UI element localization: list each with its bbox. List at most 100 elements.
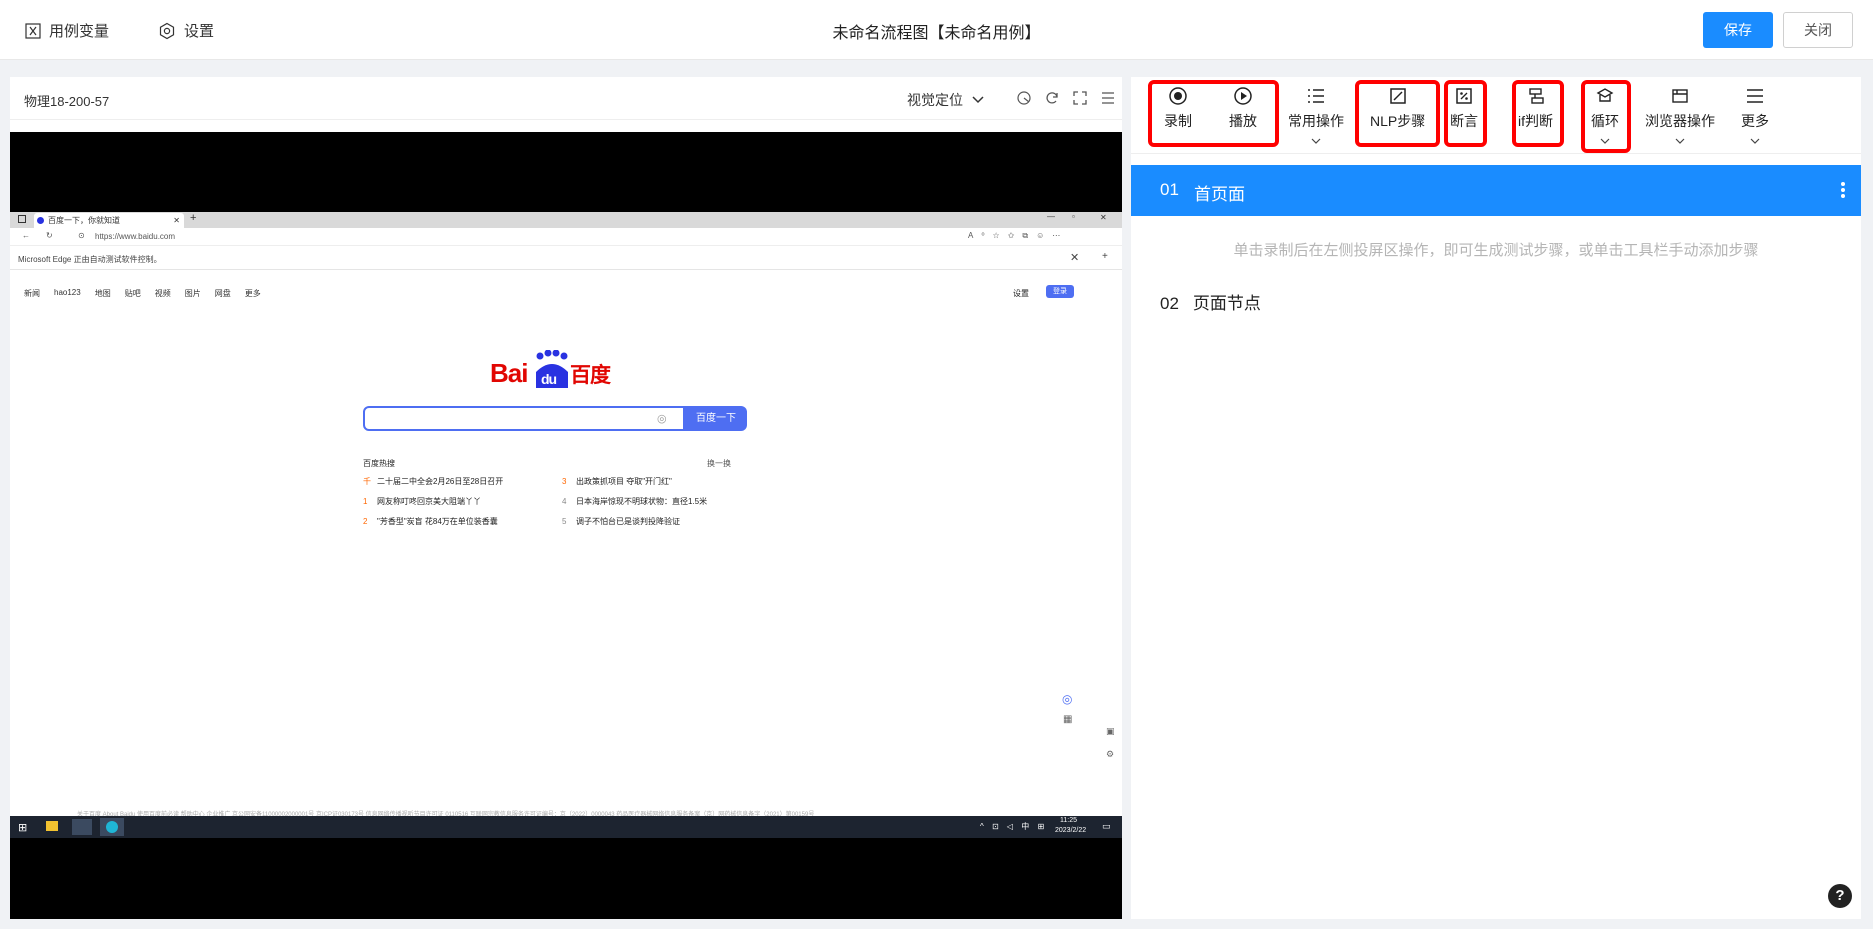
hot-item-text: "芳香型"炭盲 花84万在单位装香囊 — [377, 517, 498, 526]
loop-label: 循环 — [1591, 113, 1619, 129]
tab-title: 百度一下，你就知道 — [48, 216, 120, 225]
baidu-login-button[interactable]: 登录 — [1046, 285, 1074, 298]
back-icon[interactable]: ← — [22, 231, 30, 240]
hot-item-text: 网友称叮咚回京美大阻端丫丫 — [377, 497, 481, 506]
minimize-icon[interactable]: — — [1047, 212, 1055, 221]
nav-link[interactable]: hao123 — [54, 288, 81, 299]
taskbar-app-icon[interactable] — [72, 819, 92, 835]
windows-start-icon[interactable]: ⊞ — [18, 821, 27, 834]
file-explorer-icon[interactable] — [46, 821, 58, 831]
nav-link[interactable]: 图片 — [185, 288, 201, 299]
sidebar-add-icon[interactable]: + — [1102, 251, 1108, 262]
visual-locate-dropdown[interactable]: 视觉定位 — [907, 90, 985, 110]
baidu-search-input[interactable]: ◎ — [363, 406, 685, 431]
nav-link[interactable]: 视频 — [155, 288, 171, 299]
qrcode-icon[interactable]: ▦ — [1063, 714, 1072, 725]
baidu-settings-link[interactable]: 设置 — [1013, 288, 1029, 299]
browser-icon — [1669, 85, 1691, 107]
hot-item[interactable]: 4 日本海岸惊现不明球状物：直径1.5米 — [562, 496, 707, 507]
url-field[interactable]: https://www.baidu.com — [95, 232, 175, 241]
more-button[interactable]: 更多 — [1741, 85, 1769, 144]
screen-cast-panel: 物理18-200-57 视觉定位 百度一下，你就知道 ✕ + — ▫ ✕ ← ↻… — [10, 77, 1122, 919]
top-bar: 用例变量 设置 未命名流程图【未命名用例】 保存 关闭 — [0, 0, 1873, 60]
hot-item-rank: 5 — [562, 517, 567, 526]
system-tray-icons: ^ ⊡ ◁ 中 ⊞ — [980, 822, 1048, 831]
browser-tab-bar: 百度一下，你就知道 ✕ + — ▫ ✕ — [10, 212, 1122, 228]
chevron-down-icon — [1599, 132, 1611, 144]
restore-icon[interactable]: ▫ — [1072, 212, 1075, 221]
reload-icon[interactable]: ↻ — [46, 231, 53, 240]
if-condition-button[interactable]: if判断 — [1518, 85, 1553, 131]
loop-icon — [1594, 85, 1616, 107]
ai-assistant-icon[interactable]: ◎ — [1062, 692, 1072, 706]
browser-toolbar-icons[interactable]: A⁰☆✩⧉☺⋯ — [968, 231, 1068, 241]
hot-refresh-link[interactable]: 换一换 — [707, 458, 731, 469]
new-tab-icon[interactable]: + — [190, 212, 196, 224]
nlp-step-label: NLP步骤 — [1370, 113, 1426, 129]
nav-link[interactable]: 贴吧 — [125, 288, 141, 299]
tab-close-icon[interactable]: ✕ — [173, 213, 180, 228]
common-actions-button[interactable]: 常用操作 — [1288, 85, 1344, 144]
windows-taskbar: ⊞ ^ ⊡ ◁ 中 ⊞ 11:25 2023/2/22 ▭ — [10, 816, 1122, 838]
device-header: 物理18-200-57 视觉定位 — [10, 77, 1122, 120]
automation-notice: Microsoft Edge 正由自动测试软件控制。 — [18, 255, 162, 264]
nav-link[interactable]: 网盘 — [215, 288, 231, 299]
help-icon[interactable]: ? — [1828, 884, 1852, 908]
step-label: 页面节点 — [1192, 294, 1261, 313]
hot-search-title[interactable]: 百度热搜 — [363, 458, 395, 469]
save-button[interactable]: 保存 — [1703, 12, 1773, 48]
step-home-page[interactable]: 01 首页面 — [1131, 165, 1861, 216]
fullscreen-icon[interactable] — [1071, 89, 1089, 107]
pointer-icon[interactable] — [1015, 89, 1033, 107]
sidebar-screenshot-icon[interactable]: ▣ — [1106, 726, 1115, 737]
device-name: 物理18-200-57 — [24, 94, 110, 109]
hot-item[interactable]: 2 "芳香型"炭盲 花84万在单位装香囊 — [363, 516, 498, 527]
record-label: 录制 — [1164, 113, 1192, 129]
hot-item[interactable]: 5 调子不怕台已是谈判投降验证 — [562, 516, 680, 527]
browser-actions-label: 浏览器操作 — [1645, 113, 1715, 129]
menu-icon[interactable] — [1099, 89, 1117, 107]
tab-actions-icon[interactable] — [18, 215, 26, 223]
nav-link[interactable]: 地图 — [95, 288, 111, 299]
baidu-favicon-icon — [37, 217, 44, 224]
device-screen[interactable]: 百度一下，你就知道 ✕ + — ▫ ✕ ← ↻ ⊙ https://www.ba… — [10, 132, 1122, 919]
notification-icon[interactable]: ▭ — [1102, 821, 1111, 832]
menu-icon — [1744, 85, 1766, 107]
step-label: 首页面 — [1194, 185, 1245, 204]
assert-button[interactable]: 断言 — [1450, 85, 1478, 131]
more-vertical-icon[interactable] — [1840, 180, 1846, 205]
camera-icon[interactable]: ◎ — [657, 412, 667, 425]
record-icon — [1167, 85, 1189, 107]
nav-link[interactable]: 新闻 — [24, 288, 40, 299]
refresh-icon[interactable] — [1043, 89, 1061, 107]
sidebar-settings-icon[interactable]: ⚙ — [1106, 749, 1114, 760]
step-number: 01 — [1160, 180, 1179, 199]
edge-icon[interactable] — [100, 818, 124, 836]
address-bar: ← ↻ ⊙ https://www.baidu.com A⁰☆✩⧉☺⋯ — [10, 228, 1122, 246]
svg-text:Bai: Bai — [490, 358, 527, 388]
assert-icon — [1453, 85, 1475, 107]
play-button[interactable]: 播放 — [1229, 85, 1257, 131]
assert-label: 断言 — [1450, 113, 1478, 129]
nav-link[interactable]: 更多 — [245, 288, 261, 299]
hot-item[interactable]: 1 网友称叮咚回京美大阻端丫丫 — [363, 496, 481, 507]
browser-actions-button[interactable]: 浏览器操作 — [1645, 85, 1715, 144]
hot-item[interactable]: 3 出政策抓项目 夺取"开门红" — [562, 476, 672, 487]
visual-locate-label: 视觉定位 — [907, 92, 963, 108]
nlp-step-button[interactable]: NLP步骤 — [1370, 85, 1425, 131]
close-button[interactable]: 关闭 — [1783, 12, 1853, 48]
infobar-close-icon[interactable]: ✕ — [1070, 251, 1079, 264]
hot-item-text: 调子不怕台已是谈判投降验证 — [576, 517, 680, 526]
hot-item[interactable]: 千二十届二中全会2月26日至28日召开 — [363, 476, 503, 487]
record-button[interactable]: 录制 — [1164, 85, 1192, 131]
play-icon — [1232, 85, 1254, 107]
step-page-node[interactable]: 02 页面节点 — [1160, 289, 1261, 314]
baidu-search-button[interactable]: 百度一下 — [685, 406, 747, 431]
browser-tab[interactable]: 百度一下，你就知道 ✕ — [34, 213, 184, 228]
hot-item-rank: 千 — [363, 477, 371, 486]
chevron-down-icon — [1749, 132, 1761, 144]
step-number: 02 — [1160, 294, 1179, 313]
loop-button[interactable]: 循环 — [1591, 85, 1619, 144]
window-close-icon[interactable]: ✕ — [1100, 213, 1107, 222]
svg-text:百度: 百度 — [570, 363, 611, 387]
